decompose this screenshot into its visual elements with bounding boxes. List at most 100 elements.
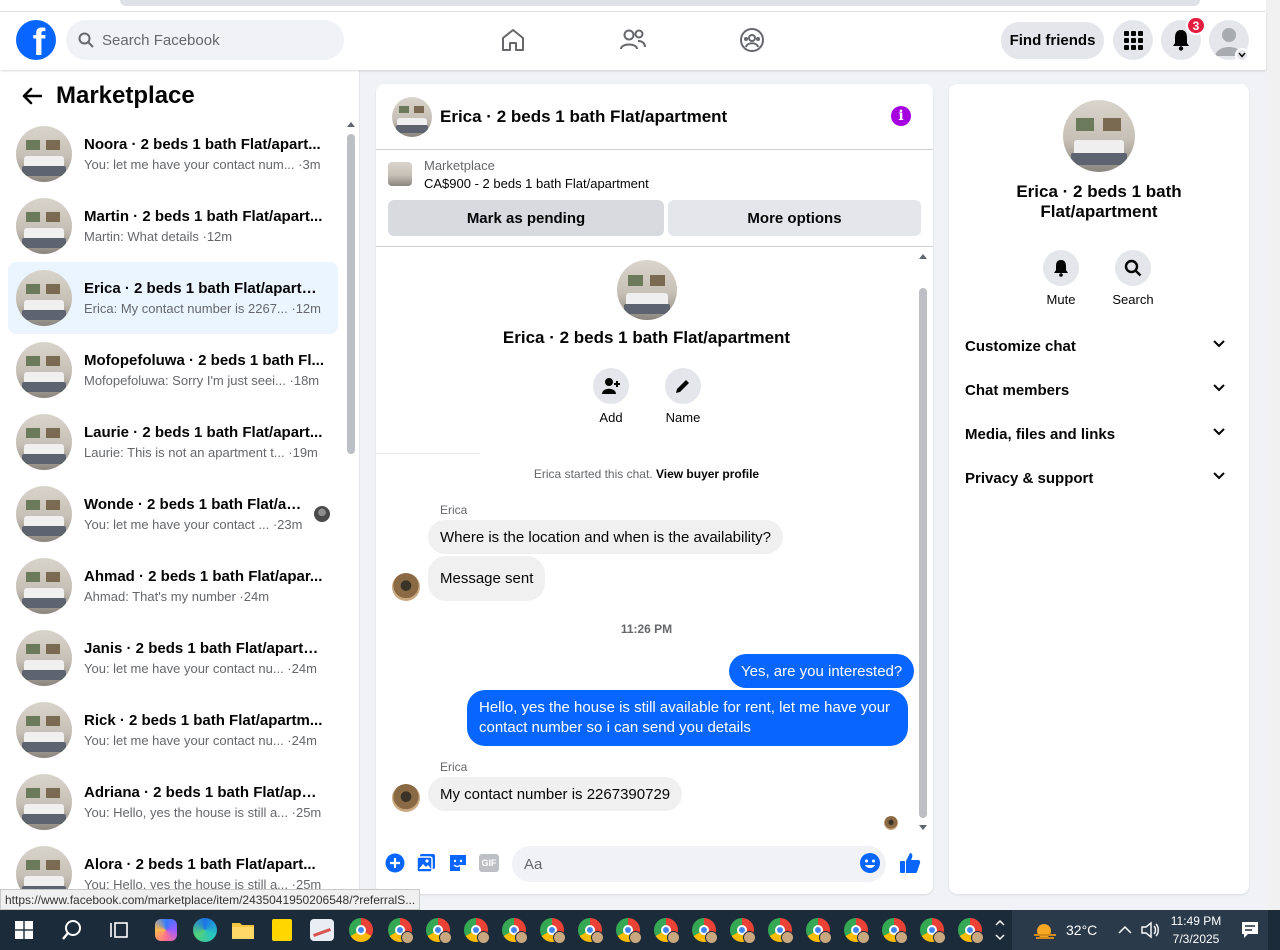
chrome-profile-icon[interactable] — [500, 916, 528, 944]
chat-listing-thumbnail[interactable] — [392, 96, 432, 137]
conversation-title: Noora · 2 beds 1 bath Flat/apart... — [84, 136, 321, 153]
conversation-title: Martin · 2 beds 1 bath Flat/apart... — [84, 208, 323, 225]
chevron-down-icon — [1213, 340, 1225, 348]
incoming-message[interactable]: My contact number is 2267390729 — [428, 777, 683, 811]
customize-chat-section[interactable]: Customize chat — [957, 324, 1241, 368]
sender-name: Erica — [440, 760, 468, 774]
incoming-message[interactable]: Message sent — [428, 556, 546, 601]
facebook-logo[interactable]: f — [16, 20, 56, 60]
conversation-item[interactable]: Martin · 2 beds 1 bath Flat/apart... Mart… — [8, 190, 338, 262]
chrome-profile-icon[interactable] — [386, 916, 414, 944]
snipping-tool-icon[interactable] — [308, 916, 336, 944]
details-listing-image[interactable] — [1063, 100, 1135, 172]
chrome-profile-icon[interactable] — [880, 916, 908, 944]
chrome-profile-icon[interactable] — [918, 916, 946, 944]
friends-icon[interactable] — [619, 26, 647, 54]
chrome-profile-icon[interactable] — [690, 916, 718, 944]
conversation-item[interactable]: Mofopefoluwa · 2 beds 1 bath Fl... Mofope… — [8, 334, 338, 406]
media-files-links-section[interactable]: Media, files and links — [957, 412, 1241, 456]
info-icon[interactable]: i — [891, 106, 911, 126]
account-chevron-down-icon[interactable] — [1235, 48, 1249, 62]
chat-window: Erica · 2 beds 1 bath Flat/apartment i M… — [376, 84, 933, 894]
conversation-item[interactable]: Rick · 2 beds 1 bath Flat/apartm... You: … — [8, 694, 338, 766]
thumbs-up-icon[interactable] — [899, 852, 921, 874]
search-input[interactable] — [102, 31, 322, 49]
windows-taskbar: 32°C 11:49 PM 7/3/2025 — [0, 910, 1280, 950]
photo-icon[interactable] — [415, 852, 437, 874]
chat-scrollbar[interactable] — [917, 252, 929, 832]
chrome-profile-icon[interactable] — [576, 916, 604, 944]
chrome-profile-icon[interactable] — [462, 916, 490, 944]
conversation-item[interactable]: Ahmad · 2 beds 1 bath Flat/apar... Ahmad:… — [8, 550, 338, 622]
find-friends-button[interactable]: Find friends — [1001, 22, 1104, 59]
conversation-title: Alora · 2 beds 1 bath Flat/apart... — [84, 856, 316, 873]
notification-center-icon[interactable] — [1236, 916, 1264, 944]
chat-header: Erica · 2 beds 1 bath Flat/apartment i — [376, 84, 933, 150]
chrome-profile-icon[interactable] — [614, 916, 642, 944]
chrome-profile-icon[interactable] — [804, 916, 832, 944]
back-arrow-icon[interactable] — [18, 82, 46, 110]
conversation-title: Janis · 2 beds 1 bath Flat/apartm... — [84, 640, 324, 657]
chrome-profile-icon[interactable] — [538, 916, 566, 944]
page-scrollbar[interactable] — [1266, 0, 1280, 910]
conversation-item[interactable]: Adriana · 2 beds 1 bath Flat/apar... You:… — [8, 766, 338, 838]
conversation-preview: Ahmad: That's my number ·24m — [84, 589, 270, 604]
rename-chat-button[interactable]: Name — [653, 368, 713, 425]
file-explorer-icon[interactable] — [229, 916, 257, 944]
conversation-item-active[interactable]: Erica · 2 beds 1 bath Flat/apartm... Eric… — [8, 262, 338, 334]
read-receipt-avatar — [884, 816, 898, 830]
plus-circle-icon[interactable] — [384, 852, 406, 874]
chat-members-section[interactable]: Chat members — [957, 368, 1241, 412]
bell-icon — [1054, 260, 1068, 277]
taskbar-clock[interactable]: 11:49 PM 7/3/2025 — [1168, 912, 1224, 948]
notification-badge: 3 — [1186, 16, 1206, 35]
message-input[interactable] — [512, 846, 886, 882]
emoji-icon[interactable] — [859, 852, 881, 874]
sender-avatar[interactable] — [392, 784, 420, 812]
top-navigation: f Find friends 3 — [0, 12, 1266, 70]
incoming-message[interactable]: Where is the location and when is the av… — [428, 520, 784, 554]
chrome-icon[interactable] — [347, 916, 375, 944]
chrome-profile-icon[interactable] — [842, 916, 870, 944]
view-buyer-profile-link[interactable]: View buyer profile — [656, 467, 759, 481]
sender-name: Erica — [440, 503, 468, 517]
mark-as-pending-button[interactable]: Mark as pending — [388, 200, 664, 236]
tray-icons[interactable] — [1118, 910, 1160, 950]
chat-title[interactable]: Erica · 2 beds 1 bath Flat/apartment — [440, 107, 727, 127]
more-options-button[interactable]: More options — [668, 200, 921, 236]
windows-start-icon[interactable] — [10, 916, 38, 944]
outgoing-message[interactable]: Yes, are you interested? — [729, 654, 915, 688]
conversation-item[interactable]: Noora · 2 beds 1 bath Flat/apart... You: … — [8, 118, 338, 190]
outgoing-message[interactable]: Hello, yes the house is still available … — [467, 690, 908, 746]
sender-avatar[interactable] — [392, 573, 420, 601]
weather-widget[interactable]: 32°C — [1032, 910, 1097, 950]
gif-icon[interactable]: GIF — [478, 852, 500, 874]
menu-grid-icon[interactable] — [1113, 20, 1153, 60]
conversation-item[interactable]: Laurie · 2 beds 1 bath Flat/apart... Laur… — [8, 406, 338, 478]
taskbar-overflow-chevron-icon[interactable] — [990, 916, 1010, 944]
sticky-notes-icon[interactable] — [268, 916, 296, 944]
sticker-icon[interactable] — [447, 852, 469, 874]
search-box[interactable] — [66, 20, 344, 60]
listing-summary[interactable]: Marketplace CA$900 - 2 beds 1 bath Flat/… — [388, 158, 649, 191]
edge-icon[interactable] — [191, 916, 219, 944]
chrome-profile-icon[interactable] — [652, 916, 680, 944]
search-in-chat-button[interactable]: Search — [1103, 250, 1163, 307]
copilot-icon[interactable] — [152, 916, 180, 944]
home-icon[interactable] — [499, 26, 527, 54]
mute-button[interactable]: Mute — [1031, 250, 1091, 307]
add-member-button[interactable]: Add — [581, 368, 641, 425]
chrome-profile-icon[interactable] — [728, 916, 756, 944]
chrome-profile-icon[interactable] — [424, 916, 452, 944]
chrome-profile-icon[interactable] — [766, 916, 794, 944]
conversation-preview: Martin: What details ·12m — [84, 229, 233, 244]
groups-icon[interactable] — [738, 26, 766, 54]
conversation-item[interactable]: Janis · 2 beds 1 bath Flat/apartm... You:… — [8, 622, 338, 694]
sidebar-scrollbar[interactable] — [344, 120, 356, 910]
chrome-profile-icon[interactable] — [956, 916, 984, 944]
search-icon[interactable] — [58, 916, 86, 944]
marketplace-sidebar: Marketplace Noora · 2 beds 1 bath Flat/a… — [0, 70, 360, 910]
conversation-item[interactable]: Wonde · 2 beds 1 bath Flat/ap... You: let… — [8, 478, 338, 550]
task-view-icon[interactable] — [105, 916, 133, 944]
privacy-support-section[interactable]: Privacy & support — [957, 456, 1241, 500]
